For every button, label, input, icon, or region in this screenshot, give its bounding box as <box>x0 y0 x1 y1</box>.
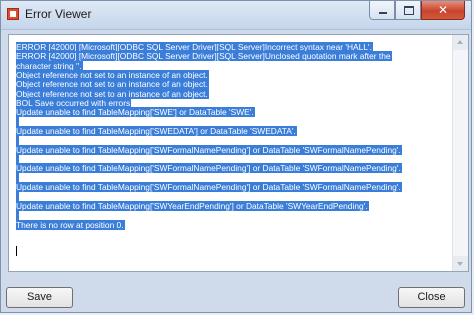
log-line: Update unable to find TableMapping['SWFo… <box>16 163 448 174</box>
log-line-text: There is no row at position 0. <box>16 219 125 230</box>
scroll-down-icon[interactable] <box>453 256 468 271</box>
log-line: Update unable to find TableMapping['SWE'… <box>16 107 448 118</box>
minimize-icon <box>370 1 394 19</box>
window-close-button[interactable]: ✕ <box>421 1 465 20</box>
maximize-button[interactable] <box>395 1 421 20</box>
log-line-text <box>16 135 20 146</box>
log-line-text: ERROR [42000] [Microsoft][ODBC SQL Serve… <box>16 51 392 62</box>
close-button[interactable]: Close <box>398 287 465 308</box>
log-line: Update unable to find TableMapping['SWYe… <box>16 200 448 211</box>
log-line: There is no row at position 0. <box>16 219 448 230</box>
log-line: Update unable to find TableMapping['SWFo… <box>16 182 448 193</box>
minimize-button[interactable] <box>369 1 395 20</box>
log-line-text: Update unable to find TableMapping['SWE'… <box>16 107 255 118</box>
log-line: Update unable to find TableMapping['SWED… <box>16 126 448 137</box>
log-line-text <box>16 191 20 202</box>
vertical-scrollbar[interactable] <box>452 35 468 271</box>
log-line-text: Update unable to find TableMapping['SWYe… <box>16 200 369 211</box>
log-line: Update unable to find TableMapping['SWFo… <box>16 144 448 155</box>
text-caret <box>16 246 17 256</box>
error-log-text: ERROR [42000] [Microsoft][ODBC SQL Serve… <box>16 42 448 230</box>
error-viewer-app-icon <box>7 8 19 20</box>
title-bar[interactable]: Error Viewer ✕ <box>1 1 471 30</box>
log-line-text: Update unable to find TableMapping['SWED… <box>16 126 297 137</box>
log-line-text: Update unable to find TableMapping['SWFo… <box>16 182 402 193</box>
log-line-text: Update unable to find TableMapping['SWFo… <box>16 144 402 155</box>
save-button[interactable]: Save <box>6 287 73 308</box>
log-line-text <box>16 210 20 221</box>
maximize-icon <box>396 1 420 19</box>
log-line-text: Object reference not set to an instance … <box>16 79 209 90</box>
log-line-text: Update unable to find TableMapping['SWFo… <box>16 163 402 174</box>
error-log-textbox[interactable]: ERROR [42000] [Microsoft][ODBC SQL Serve… <box>8 34 469 272</box>
window-title: Error Viewer <box>25 7 92 21</box>
error-viewer-window: Error Viewer ✕ ERROR [42000] [Microsoft]… <box>0 0 472 313</box>
scroll-up-icon[interactable] <box>453 35 468 50</box>
close-icon: ✕ <box>437 3 449 17</box>
